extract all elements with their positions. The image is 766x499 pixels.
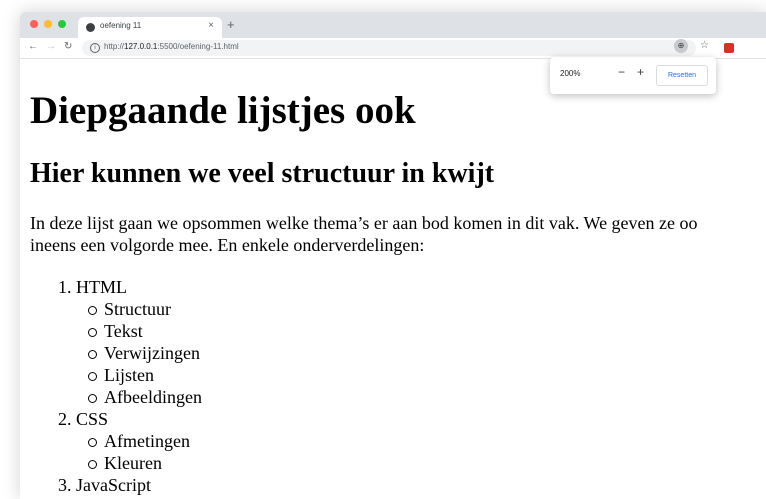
tab-title: oefening 11: [100, 21, 142, 30]
maximize-window-button[interactable]: [58, 20, 66, 28]
extension-icon[interactable]: [724, 43, 734, 53]
circle-bullet-icon: [88, 350, 97, 359]
list-number: 3.: [58, 475, 72, 495]
list-item: 1. HTML: [30, 276, 202, 298]
reload-icon[interactable]: ↻: [64, 41, 72, 52]
zoom-icon[interactable]: ⊕: [674, 39, 688, 53]
sub-list-item: Tekst: [30, 320, 202, 342]
star-icon[interactable]: ☆: [700, 40, 709, 51]
info-icon[interactable]: i: [90, 43, 100, 53]
new-tab-button[interactable]: +: [227, 17, 235, 32]
circle-bullet-icon: [88, 460, 97, 469]
window-controls: [30, 20, 66, 28]
list-item: 2. CSS: [30, 408, 202, 430]
zoom-out-button[interactable]: −: [618, 65, 625, 79]
browser-window: oefening 11 × + ← → ↻ i http://127.0.0.1…: [20, 12, 766, 499]
list-item-label: HTML: [76, 277, 127, 297]
sub-list-item: Kleuren: [30, 452, 202, 474]
sub-list-label: Structuur: [104, 299, 171, 319]
circle-bullet-icon: [88, 328, 97, 337]
sub-list-item: Afmetingen: [30, 430, 202, 452]
minimize-window-button[interactable]: [44, 20, 52, 28]
url-text[interactable]: http://127.0.0.1:5500/oefening-11.html: [104, 42, 239, 51]
page-subheading: Hier kunnen we veel structuur in kwijt: [30, 158, 495, 189]
sub-list-label: Afmetingen: [104, 431, 190, 451]
zoom-in-button[interactable]: +: [637, 65, 644, 79]
close-window-button[interactable]: [30, 20, 38, 28]
sub-list-item: Lijsten: [30, 364, 202, 386]
circle-bullet-icon: [88, 306, 97, 315]
paragraph-line: In deze lijst gaan we opsommen welke the…: [30, 213, 698, 233]
browser-tab[interactable]: oefening 11 ×: [78, 17, 222, 38]
list-item-label: CSS: [76, 409, 109, 429]
sub-list-item: Afbeeldingen: [30, 386, 202, 408]
sub-list-label: Tekst: [104, 321, 143, 341]
close-tab-icon[interactable]: ×: [208, 20, 214, 31]
intro-paragraph: In deze lijst gaan we opsommen welke the…: [30, 212, 766, 256]
back-icon[interactable]: ←: [28, 41, 38, 52]
zoom-level: 200%: [560, 69, 581, 78]
circle-bullet-icon: [88, 372, 97, 381]
list-number: 2.: [58, 409, 72, 429]
sub-list-label: Verwijzingen: [104, 343, 200, 363]
paragraph-line: ineens een volgorde mee. En enkele onder…: [30, 235, 425, 255]
globe-icon: [86, 23, 95, 32]
circle-bullet-icon: [88, 438, 97, 447]
zoom-popup: 200% − + Resetten: [550, 57, 716, 94]
forward-icon[interactable]: →: [46, 41, 56, 52]
circle-bullet-icon: [88, 394, 97, 403]
tab-bar: oefening 11 × +: [20, 12, 766, 38]
page-heading: Diepgaande lijstjes ook: [30, 89, 416, 132]
list-number: 1.: [58, 277, 72, 297]
sub-list-label: Kleuren: [104, 453, 162, 473]
list-item: 3. JavaScript: [30, 474, 202, 496]
reset-zoom-button[interactable]: Resetten: [656, 65, 708, 86]
sub-list-label: Afbeeldingen: [104, 387, 202, 407]
address-bar[interactable]: i http://127.0.0.1:5500/oefening-11.html: [82, 40, 696, 56]
sub-list-item: Verwijzingen: [30, 342, 202, 364]
browser-toolbar: ← → ↻ i http://127.0.0.1:5500/oefening-1…: [20, 38, 766, 59]
sub-list-item: Structuur: [30, 298, 202, 320]
sub-list-label: Lijsten: [104, 365, 154, 385]
ordered-list: 1. HTML Structuur Tekst Verwijzingen Lijs…: [30, 276, 202, 496]
list-item-label: JavaScript: [76, 475, 151, 495]
